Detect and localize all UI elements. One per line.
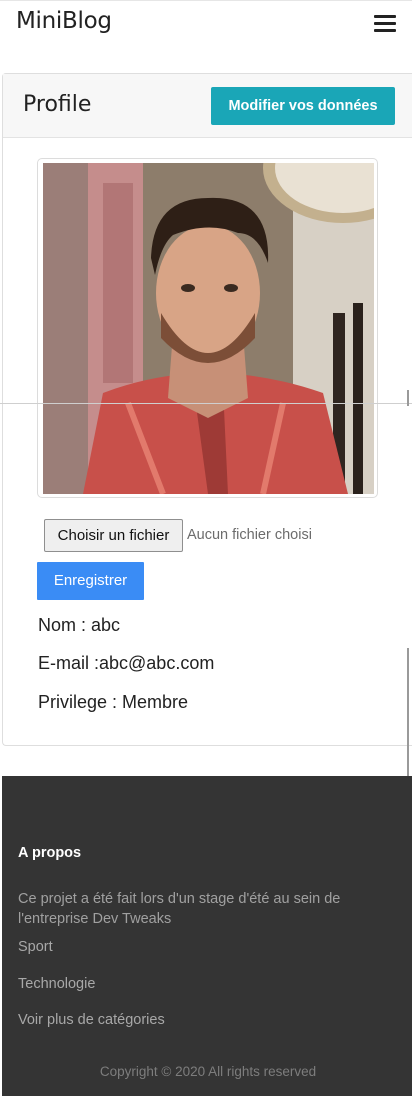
- brand-logo[interactable]: MiniBlog: [16, 8, 112, 34]
- profile-photo: [43, 163, 374, 494]
- profile-photo-frame: [37, 158, 378, 498]
- top-navbar: MiniBlog: [0, 0, 412, 48]
- profile-photo-image: [43, 163, 374, 494]
- edit-profile-button[interactable]: Modifier vos données: [211, 87, 395, 125]
- profile-name: Nom : abc: [38, 615, 121, 635]
- page-title: Profile: [23, 92, 92, 117]
- hamburger-menu-icon[interactable]: [374, 15, 396, 33]
- profile-email: E-mail :abc@abc.com: [38, 653, 215, 673]
- choose-file-button[interactable]: Choisir un fichier: [44, 519, 183, 552]
- footer-link-technologie[interactable]: Technologie: [18, 976, 95, 992]
- save-button[interactable]: Enregistrer: [37, 562, 144, 600]
- profile-privilege: Privilege : Membre: [38, 692, 189, 712]
- scrollbar-thumb[interactable]: [407, 648, 409, 776]
- site-footer: A propos Ce projet a été fait lors d'un …: [0, 776, 412, 1096]
- footer-heading: A propos: [18, 845, 82, 861]
- overlay-divider: [0, 403, 412, 404]
- footer-description: Ce projet a été fait lors d'un stage d'é…: [18, 891, 341, 927]
- scrollbar-thumb-top: [407, 390, 409, 406]
- file-status-label: Aucun fichier choisi: [187, 527, 312, 543]
- copyright-text: Copyright © 2020 All rights reserved: [99, 1064, 317, 1079]
- footer-link-sport[interactable]: Sport: [18, 939, 53, 955]
- footer-link-more-categories[interactable]: Voir plus de catégories: [18, 1012, 165, 1028]
- profile-card-header: Profile Modifier vos données: [3, 74, 412, 138]
